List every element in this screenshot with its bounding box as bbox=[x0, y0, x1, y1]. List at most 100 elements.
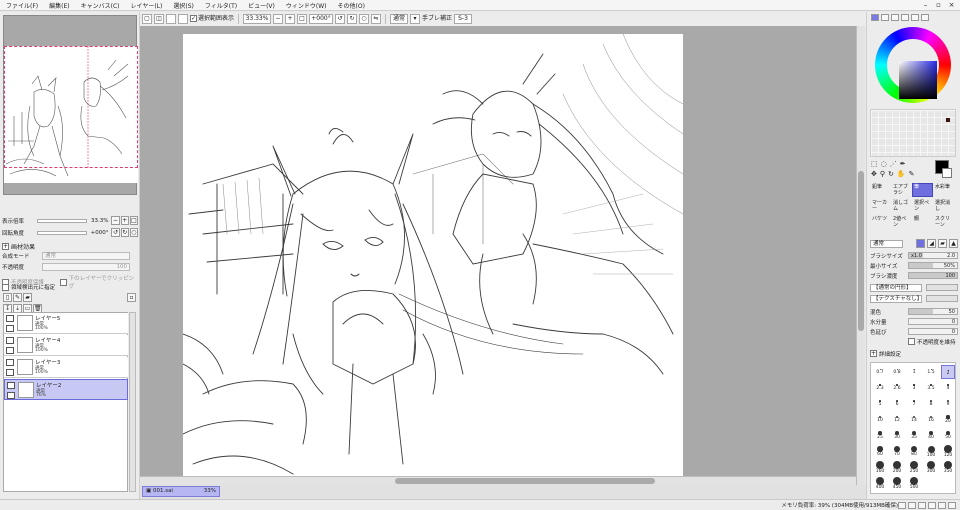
edge-strength[interactable] bbox=[926, 284, 958, 291]
layer-row[interactable]: レイヤー3 通常 100% bbox=[4, 357, 128, 378]
brush-shape-icon[interactable] bbox=[916, 239, 925, 248]
texture-strength[interactable] bbox=[926, 295, 958, 302]
zoom-field[interactable]: 33.33% bbox=[243, 14, 272, 24]
shape-mode-select[interactable]: 通常 bbox=[870, 239, 903, 248]
status-button-icon[interactable] bbox=[928, 502, 936, 509]
detail-row[interactable]: + 詳細設定 bbox=[870, 349, 958, 358]
brush-size-preset[interactable]: 1 bbox=[907, 365, 921, 379]
brush-tool[interactable]: 消しゴム bbox=[891, 199, 912, 213]
brush-size-preset[interactable]: 6 bbox=[890, 397, 904, 411]
canvas-horizontal-scrollbar[interactable] bbox=[140, 476, 856, 485]
brush-tool[interactable]: 筆 bbox=[912, 183, 933, 197]
brush-tool[interactable]: 選択消し bbox=[933, 199, 954, 213]
eyedropper-icon[interactable]: ✒ bbox=[900, 160, 906, 168]
status-button-icon[interactable] bbox=[908, 502, 916, 509]
maximize-icon[interactable]: ▫ bbox=[934, 1, 943, 9]
close-icon[interactable]: × bbox=[947, 1, 956, 9]
brush-size-preset[interactable]: 300 bbox=[924, 461, 938, 475]
brush-shape-icon[interactable]: ▰ bbox=[938, 239, 947, 248]
rotate-reset-icon[interactable]: ○ bbox=[129, 228, 139, 237]
blend-slider[interactable]: 50 bbox=[908, 308, 958, 315]
stabilizer-select[interactable]: S-3 bbox=[454, 14, 473, 24]
zoom-fit-icon[interactable]: □ bbox=[129, 216, 139, 225]
color-wheel[interactable] bbox=[875, 27, 951, 103]
status-button-icon[interactable] bbox=[918, 502, 926, 509]
move-icon[interactable]: ✥ bbox=[871, 170, 877, 178]
brush-tool[interactable]: スクリーン bbox=[933, 215, 954, 229]
swatch-grid[interactable] bbox=[870, 109, 956, 157]
layer-row[interactable]: レイヤー4 通常 100% bbox=[4, 335, 128, 356]
brush-size-preset[interactable]: 400 bbox=[873, 477, 887, 491]
new-folder-icon[interactable]: ▰ bbox=[23, 293, 32, 302]
canvas-vertical-scrollbar[interactable] bbox=[856, 26, 865, 485]
brush-shape-icon[interactable]: ▲ bbox=[949, 239, 958, 248]
brush-size-preset[interactable]: 120 bbox=[941, 445, 955, 459]
blend-mode-select[interactable]: 通常 bbox=[42, 252, 130, 260]
zoom-out-button[interactable]: − bbox=[273, 14, 284, 24]
brush-size-preset[interactable]: 60 bbox=[873, 445, 887, 459]
scroll-thumb[interactable] bbox=[858, 171, 864, 331]
select-all-button[interactable]: ◫ bbox=[154, 14, 164, 24]
rotate-left-button[interactable]: ↺ bbox=[335, 14, 346, 24]
invert-button[interactable] bbox=[166, 14, 176, 24]
brush-size-preset[interactable]: 20 bbox=[941, 413, 955, 427]
magic-wand-icon[interactable]: ⋰ bbox=[890, 160, 897, 168]
menu-item[interactable]: 選択(S) bbox=[173, 1, 194, 10]
navigator-panel[interactable] bbox=[3, 15, 138, 195]
gradient-tab[interactable] bbox=[901, 14, 909, 21]
brush-tool[interactable]: 2値ペン bbox=[891, 215, 912, 229]
brush-size-preset[interactable]: 10 bbox=[873, 413, 887, 427]
brush-size-preset[interactable]: 3 bbox=[907, 381, 921, 395]
zoom-in-icon[interactable]: + bbox=[120, 216, 129, 225]
menu-item[interactable]: ファイル(F) bbox=[6, 1, 38, 10]
rect-select-icon[interactable]: ⬚ bbox=[871, 160, 878, 168]
opacity-slider[interactable]: 100 bbox=[42, 263, 130, 271]
minimize-icon[interactable]: – bbox=[921, 1, 930, 9]
menu-item[interactable]: フィルタ(T) bbox=[205, 1, 237, 10]
swatch[interactable] bbox=[946, 118, 950, 122]
brush-size-preset[interactable]: 9 bbox=[941, 397, 955, 411]
lock-icon[interactable] bbox=[6, 369, 14, 376]
status-button-icon[interactable] bbox=[948, 502, 956, 509]
menu-item[interactable]: キャンバス(C) bbox=[81, 1, 120, 10]
brush-size-preset[interactable]: 160 bbox=[873, 461, 887, 475]
visibility-icon[interactable] bbox=[6, 315, 14, 322]
brush-size-preset[interactable]: 200 bbox=[890, 461, 904, 475]
brush-size-preset[interactable]: 2 bbox=[941, 365, 955, 379]
brush-size-preset[interactable]: 80 bbox=[907, 445, 921, 459]
visibility-icon[interactable] bbox=[6, 359, 14, 366]
brush-size-preset[interactable]: 40 bbox=[924, 429, 938, 443]
layer-row[interactable]: レイヤー2 通常 76% bbox=[4, 379, 128, 400]
brush-size-preset[interactable]: 1.5 bbox=[924, 365, 938, 379]
zoom-reset-button[interactable]: □ bbox=[297, 14, 308, 24]
brush-tool[interactable]: 鉛筆 bbox=[870, 183, 891, 197]
transform-button[interactable] bbox=[178, 14, 188, 24]
lasso-icon[interactable]: ◌ bbox=[881, 160, 887, 168]
menu-item[interactable]: 編集(E) bbox=[49, 1, 69, 10]
rotate-reset-button[interactable]: ○ bbox=[359, 14, 370, 24]
rotate-icon[interactable]: ↻ bbox=[888, 170, 894, 178]
brush-size-preset[interactable]: 5 bbox=[873, 397, 887, 411]
pen-icon[interactable]: ✎ bbox=[909, 170, 915, 178]
menu-item[interactable]: ビュー(V) bbox=[248, 1, 275, 10]
status-button-icon[interactable] bbox=[898, 502, 906, 509]
stretch-slider[interactable]: 0 bbox=[908, 328, 958, 335]
brush-size-preset[interactable]: 250 bbox=[907, 461, 921, 475]
scratch-tab[interactable] bbox=[921, 14, 929, 21]
brush-size-preset[interactable]: 16 bbox=[924, 413, 938, 427]
brush-size-preset[interactable]: 3.5 bbox=[924, 381, 938, 395]
color-wheel-tab[interactable] bbox=[871, 14, 879, 21]
brush-tool[interactable]: エアブラシ bbox=[891, 183, 912, 197]
document-tab[interactable]: ▣ 001.sai 33% bbox=[142, 486, 220, 497]
min-size-slider[interactable]: 50% bbox=[908, 262, 958, 269]
brush-size-preset[interactable]: 0.7 bbox=[873, 365, 887, 379]
hand-icon[interactable]: ✋ bbox=[897, 170, 906, 178]
brush-size-preset[interactable]: 100 bbox=[924, 445, 938, 459]
brush-size-preset[interactable]: 70 bbox=[890, 445, 904, 459]
lock-icon[interactable] bbox=[6, 347, 14, 354]
brush-tool[interactable]: バケツ bbox=[870, 215, 891, 229]
brush-size-preset[interactable]: 35 bbox=[907, 429, 921, 443]
brush-size-preset[interactable]: 2.6 bbox=[890, 381, 904, 395]
rotate-slider[interactable] bbox=[37, 230, 88, 235]
rgb-slider-tab[interactable] bbox=[881, 14, 889, 21]
